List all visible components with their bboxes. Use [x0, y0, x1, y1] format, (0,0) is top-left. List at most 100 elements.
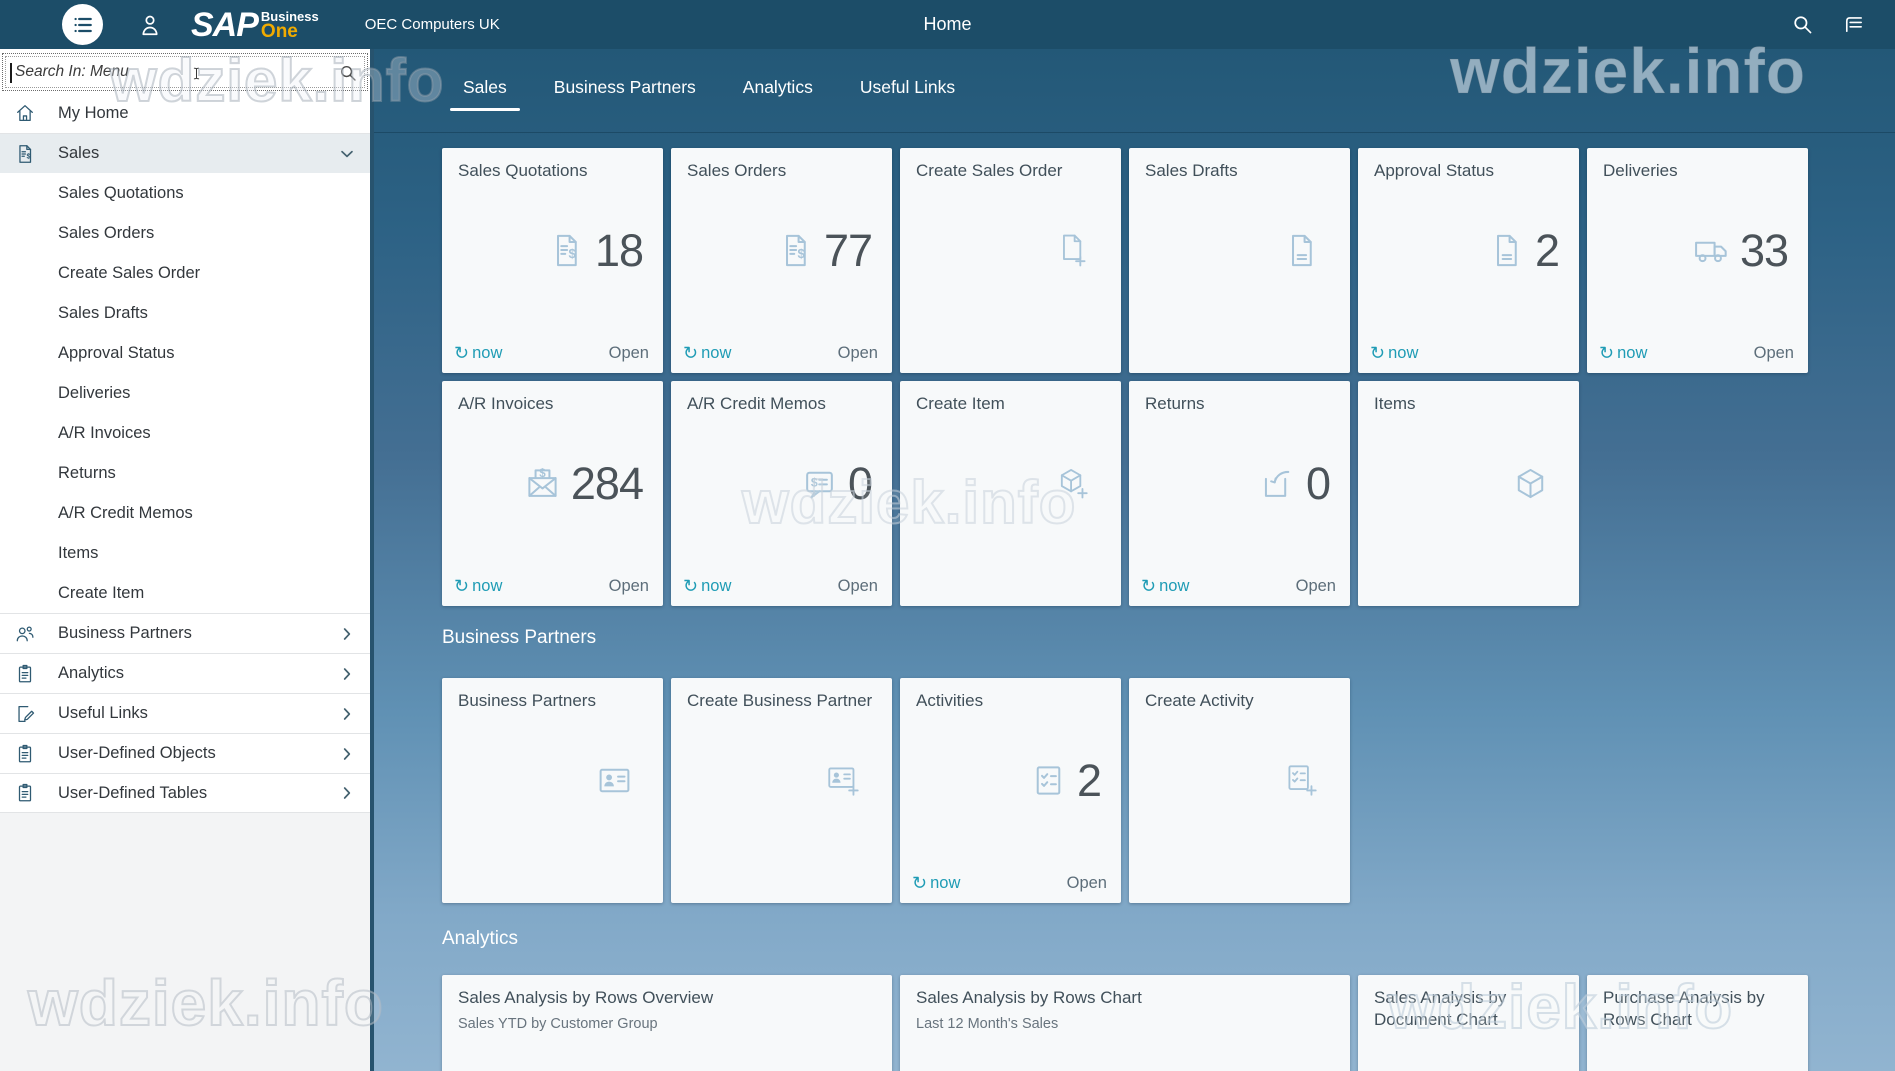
chevron-right-icon: [337, 664, 357, 684]
hamburger-menu-button[interactable]: [62, 4, 103, 45]
sidebar-item-user-defined-tables[interactable]: User-Defined Tables: [0, 773, 370, 813]
tile-approval-status[interactable]: Approval Status2↻now: [1358, 148, 1579, 373]
svg-text:$: $: [26, 151, 30, 160]
sidebar-search-input[interactable]: [3, 54, 367, 90]
tile-returns[interactable]: Returns0↻nowOpen: [1129, 381, 1350, 606]
tile-a-r-credit-memos[interactable]: A/R Credit Memos$0↻nowOpen: [671, 381, 892, 606]
tile-purchase-analysis-by-rows-chart[interactable]: Purchase Analysis by Rows Chart: [1587, 975, 1808, 1071]
sidebar-item-items[interactable]: Items: [0, 533, 370, 573]
refresh-now-button[interactable]: ↻now: [1370, 344, 1418, 363]
tile-sales-orders[interactable]: Sales Orders$77↻nowOpen: [671, 148, 892, 373]
tile-create-activity[interactable]: Create Activity: [1129, 678, 1350, 903]
tile-activities[interactable]: Activities2↻nowOpen: [900, 678, 1121, 903]
clipboard-icon: [14, 743, 36, 765]
sidebar-item-label: My Home: [58, 104, 129, 123]
sidebar-item-sales-quotations[interactable]: Sales Quotations: [0, 173, 370, 213]
tile-items[interactable]: Items: [1358, 381, 1579, 606]
tile-sales-analysis-by-rows-chart[interactable]: Sales Analysis by Rows ChartLast 12 Mont…: [900, 975, 1350, 1071]
section-heading-analytics: Analytics: [442, 925, 1895, 953]
return-box-icon: [1259, 465, 1296, 502]
sidebar-item-label: Create Sales Order: [58, 264, 200, 283]
sidebar-item-create-sales-order[interactable]: Create Sales Order: [0, 253, 370, 293]
refresh-icon: ↻: [1599, 345, 1614, 361]
tab-analytics[interactable]: Analytics: [743, 77, 813, 119]
document-add-icon: [1054, 232, 1091, 269]
sidebar-item-sales-drafts[interactable]: Sales Drafts: [0, 293, 370, 333]
magnifier-icon[interactable]: [338, 63, 358, 83]
tile-kpi-area: $0: [687, 401, 876, 566]
open-button[interactable]: Open: [838, 344, 878, 363]
notes-icon[interactable]: [1842, 13, 1865, 36]
tab-business-partners[interactable]: Business Partners: [554, 77, 696, 119]
refresh-now-button[interactable]: ↻now: [683, 344, 731, 363]
tile-kpi-area: [1374, 401, 1563, 566]
refresh-icon: ↻: [683, 578, 698, 594]
sales-document-icon: $: [14, 143, 36, 165]
tile-deliveries[interactable]: Deliveries33↻nowOpen: [1587, 148, 1808, 373]
tile-sales-drafts[interactable]: Sales Drafts: [1129, 148, 1350, 373]
sidebar-item-label: A/R Invoices: [58, 424, 151, 443]
refresh-now-button[interactable]: ↻now: [912, 874, 960, 893]
sidebar-item-label: Sales Quotations: [58, 184, 184, 203]
tile-sales-quotations[interactable]: Sales Quotations$18↻nowOpen: [442, 148, 663, 373]
tile-count: 77: [824, 225, 872, 277]
page-title: Home: [923, 0, 971, 49]
tile-sales-analysis-by-document-chart[interactable]: Sales Analysis by Document Chart: [1358, 975, 1579, 1071]
tile-footer: [912, 566, 1107, 606]
sidebar-item-a-r-credit-memos[interactable]: A/R Credit Memos: [0, 493, 370, 533]
tile-count: 284: [571, 458, 643, 510]
sidebar-item-business-partners[interactable]: Business Partners: [0, 613, 370, 653]
sidebar-search-box: [2, 53, 368, 91]
search-icon[interactable]: [1791, 13, 1814, 36]
sidebar-item-user-defined-objects[interactable]: User-Defined Objects: [0, 733, 370, 773]
sidebar-item-my-home[interactable]: My Home: [0, 93, 370, 133]
refresh-now-button[interactable]: ↻now: [1599, 344, 1647, 363]
sidebar-item-analytics[interactable]: Analytics: [0, 653, 370, 693]
open-button[interactable]: Open: [1067, 874, 1107, 893]
tile-row: Sales Analysis by Rows OverviewSales YTD…: [442, 975, 1895, 1071]
user-icon[interactable]: [137, 12, 163, 38]
sidebar-item-label: Sales Drafts: [58, 304, 148, 323]
sidebar-item-label: Approval Status: [58, 344, 174, 363]
tile-create-business-partner[interactable]: Create Business Partner: [671, 678, 892, 903]
text-caret: [10, 63, 12, 83]
tile-business-partners[interactable]: Business Partners: [442, 678, 663, 903]
tile-footer: [683, 863, 878, 903]
sidebar-item-a-r-invoices[interactable]: A/R Invoices: [0, 413, 370, 453]
sidebar-item-returns[interactable]: Returns: [0, 453, 370, 493]
open-button[interactable]: Open: [609, 344, 649, 363]
tab-sales[interactable]: Sales: [463, 77, 507, 119]
open-button[interactable]: Open: [838, 577, 878, 596]
tile-footer: [1141, 333, 1336, 373]
sidebar-item-label: Sales: [58, 144, 99, 163]
tab-useful-links[interactable]: Useful Links: [860, 77, 955, 119]
tile-create-item[interactable]: Create Item: [900, 381, 1121, 606]
refresh-now-button[interactable]: ↻now: [454, 344, 502, 363]
sidebar-item-deliveries[interactable]: Deliveries: [0, 373, 370, 413]
tile-title: Sales Analysis by Rows Overview: [458, 987, 876, 1009]
tile-footer: ↻now Open: [1141, 566, 1336, 606]
tile-count: 18: [595, 225, 643, 277]
sidebar-item-sales[interactable]: $ Sales: [0, 133, 370, 173]
chevron-right-icon: [337, 744, 357, 764]
open-button[interactable]: Open: [1754, 344, 1794, 363]
tile-kpi-area: 33: [1603, 168, 1792, 333]
refresh-icon: ↻: [454, 578, 469, 594]
sidebar-item-label: A/R Credit Memos: [58, 504, 193, 523]
tile-row: A/R Invoices$284↻nowOpenA/R Credit Memos…: [442, 381, 1895, 606]
tile-create-sales-order[interactable]: Create Sales Order: [900, 148, 1121, 373]
tile-a-r-invoices[interactable]: A/R Invoices$284↻nowOpen: [442, 381, 663, 606]
sidebar-item-label: Returns: [58, 464, 116, 483]
sidebar-item-approval-status[interactable]: Approval Status: [0, 333, 370, 373]
refresh-now-button[interactable]: ↻now: [454, 577, 502, 596]
sidebar-item-useful-links[interactable]: Useful Links: [0, 693, 370, 733]
tile-sales-analysis-by-rows-overview[interactable]: Sales Analysis by Rows OverviewSales YTD…: [442, 975, 892, 1071]
sidebar-item-create-item[interactable]: Create Item: [0, 573, 370, 613]
clipboard-icon: [14, 663, 36, 685]
open-button[interactable]: Open: [1296, 577, 1336, 596]
open-button[interactable]: Open: [609, 577, 649, 596]
refresh-now-button[interactable]: ↻now: [1141, 577, 1189, 596]
refresh-now-button[interactable]: ↻now: [683, 577, 731, 596]
sidebar-item-sales-orders[interactable]: Sales Orders: [0, 213, 370, 253]
tile-footer: [454, 863, 649, 903]
